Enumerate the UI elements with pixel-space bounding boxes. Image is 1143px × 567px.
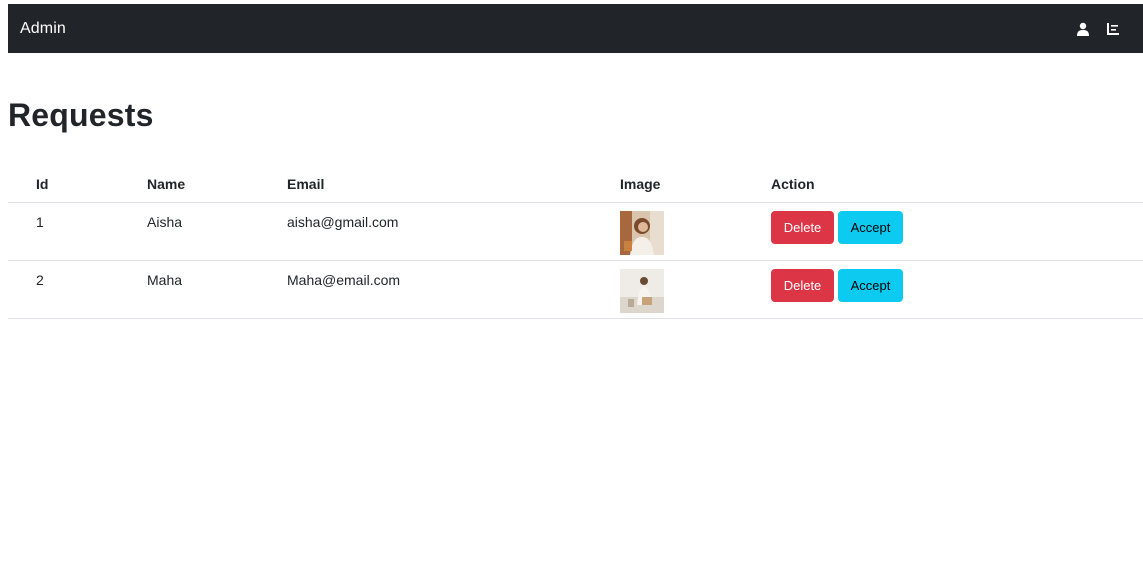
accept-button[interactable]: Accept [838, 269, 903, 302]
delete-button[interactable]: Delete [771, 211, 834, 244]
cell-image [592, 202, 743, 261]
requests-table: Id Name Email Image Action 1 Aisha aisha… [8, 166, 1143, 319]
profile-photo [620, 269, 664, 313]
cell-email: Maha@email.com [259, 260, 592, 319]
accept-button[interactable]: Accept [838, 211, 903, 244]
brand-label[interactable]: Admin [20, 20, 66, 38]
profile-photo [620, 211, 664, 255]
cell-actions: Delete Accept [743, 202, 1143, 261]
cell-name: Aisha [119, 202, 259, 261]
table-row: 1 Aisha aisha@gmail.com Delete Accept [8, 202, 1143, 261]
header-action: Action [743, 166, 1143, 203]
page-title: Requests [8, 97, 154, 133]
header-email: Email [259, 166, 592, 203]
cell-name: Maha [119, 260, 259, 319]
cell-actions: Delete Accept [743, 260, 1143, 319]
table-header-row: Id Name Email Image Action [8, 166, 1143, 203]
top-navbar: Admin [8, 4, 1143, 53]
cell-email: aisha@gmail.com [259, 202, 592, 261]
header-image: Image [592, 166, 743, 203]
table-row: 2 Maha Maha@email.com Delete Accept [8, 260, 1143, 319]
navbar-icons [1075, 21, 1121, 37]
cell-id: 2 [8, 260, 119, 319]
user-icon[interactable] [1075, 21, 1091, 37]
cell-id: 1 [8, 202, 119, 261]
delete-button[interactable]: Delete [771, 269, 834, 302]
list-icon[interactable] [1105, 21, 1121, 37]
header-name: Name [119, 166, 259, 203]
cell-image [592, 260, 743, 319]
header-id: Id [8, 166, 119, 203]
